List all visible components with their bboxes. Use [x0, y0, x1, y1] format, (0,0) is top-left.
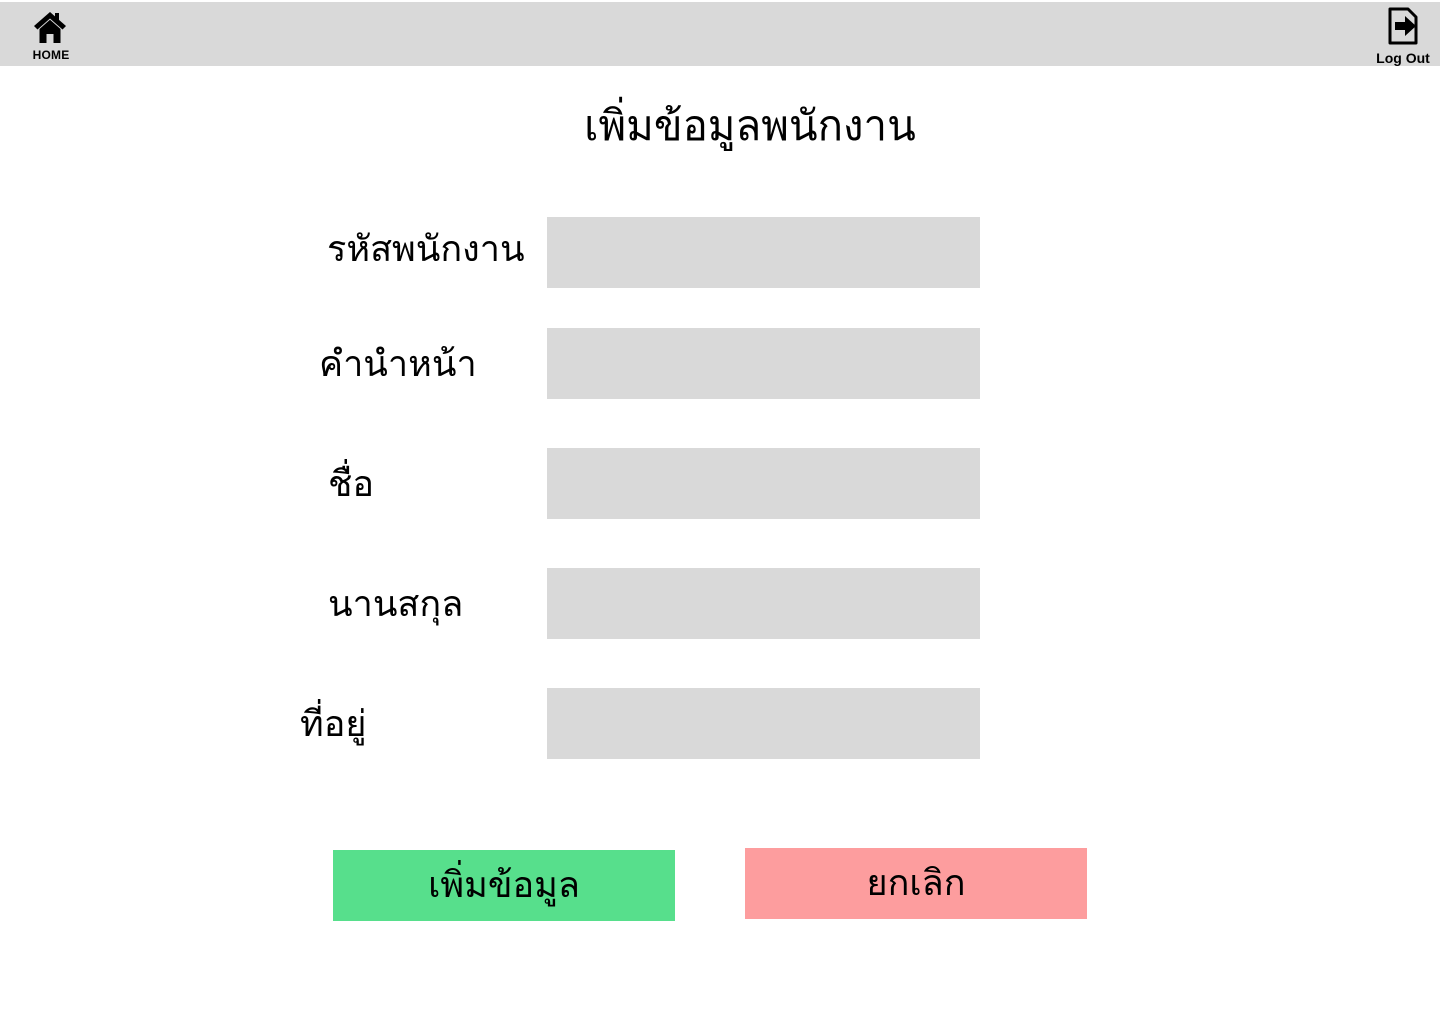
field-label-last-name: นานสกุล	[328, 584, 464, 625]
field-label-address: ที่อยู่	[300, 704, 367, 745]
home-icon	[34, 12, 66, 43]
page: HOME Log Out เพิ่มข้อมูลพนักงาน รหัสพนัก…	[0, 0, 1440, 1024]
logout-icon	[1388, 7, 1418, 45]
employee-id-input[interactable]	[547, 217, 980, 288]
last-name-input[interactable]	[547, 568, 980, 639]
first-name-input[interactable]	[547, 448, 980, 519]
address-input[interactable]	[547, 688, 980, 759]
prefix-input[interactable]	[547, 328, 980, 399]
add-data-button[interactable]: เพิ่มข้อมูล	[333, 850, 675, 921]
field-label-first-name: ชื่อ	[328, 464, 375, 505]
page-title: เพิ่มข้อมูลพนักงาน	[584, 101, 916, 150]
top-bar: HOME Log Out	[0, 2, 1440, 66]
home-button[interactable]: HOME	[20, 10, 82, 64]
field-label-employee-id: รหัสพนักงาน	[327, 229, 525, 270]
home-label: HOME	[32, 48, 70, 62]
field-label-prefix: คำนำหน้า	[319, 344, 477, 385]
cancel-button[interactable]: ยกเลิก	[745, 848, 1087, 919]
logout-label: Log Out	[1376, 50, 1430, 66]
logout-button[interactable]: Log Out	[1368, 6, 1438, 68]
